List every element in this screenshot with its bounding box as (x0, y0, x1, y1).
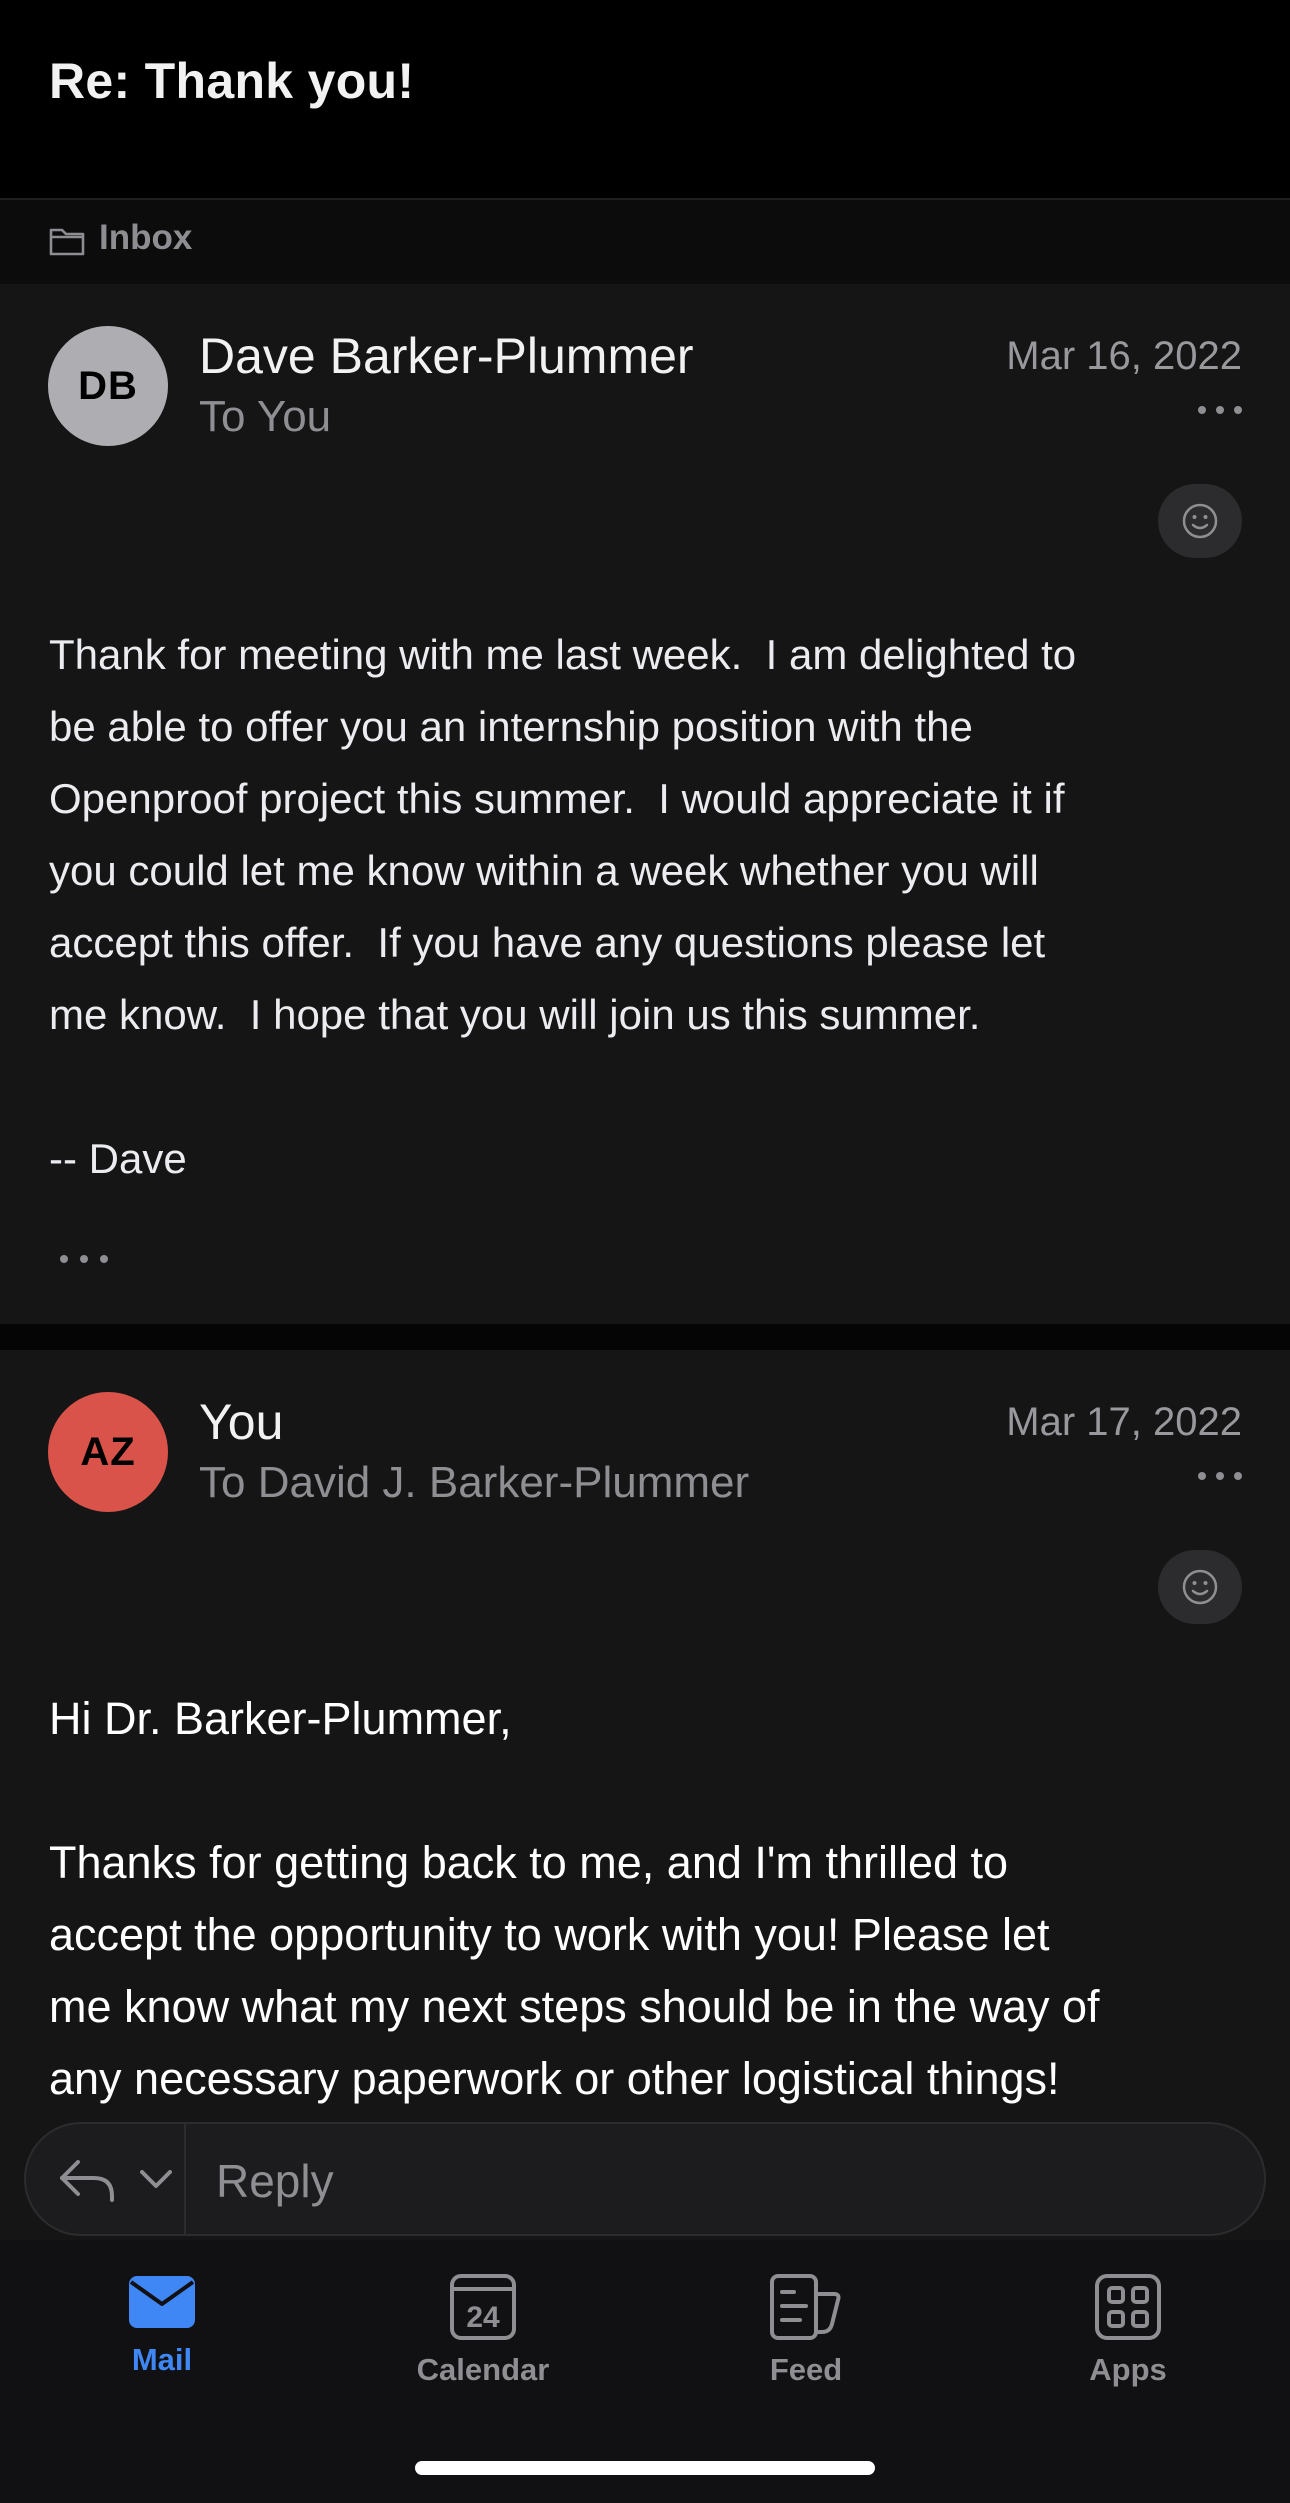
dot (1234, 1472, 1242, 1480)
avatar[interactable]: DB (48, 326, 168, 446)
tab-label: Apps (1089, 2352, 1167, 2387)
chevron-down-icon[interactable] (138, 2168, 174, 2192)
apps-icon (1095, 2274, 1161, 2340)
tab-label: Mail (131, 2342, 193, 2377)
tab-label: Feed (769, 2352, 843, 2387)
dot (1198, 1472, 1206, 1480)
add-reaction-button[interactable] (1158, 484, 1242, 558)
tab-apps[interactable]: Apps (1028, 2272, 1228, 2412)
reply-bar[interactable]: Reply (24, 2122, 1266, 2236)
message-date: Mar 17, 2022 (1006, 1400, 1242, 1444)
smiley-icon (1182, 503, 1218, 539)
dot (1216, 406, 1224, 414)
reply-input[interactable]: Reply (216, 2154, 334, 2208)
tab-mail[interactable]: Mail (62, 2272, 262, 2412)
email-message: AZ You To David J. Barker-Plummer Mar 17… (0, 1350, 1290, 2105)
email-message: DB Dave Barker-Plummer To You Mar 16, 20… (0, 284, 1290, 1324)
reply-separator (184, 2124, 186, 2234)
recipient-line[interactable]: To David J. Barker-Plummer (199, 1458, 749, 1508)
mail-icon (129, 2276, 195, 2328)
message-divider (0, 1324, 1290, 1350)
dot (1234, 406, 1242, 414)
dot (100, 1255, 108, 1263)
home-indicator[interactable] (415, 2461, 875, 2475)
calendar-day: 24 (466, 2301, 500, 2334)
show-quoted-text-button[interactable] (60, 1249, 108, 1269)
sender-name[interactable]: Dave Barker-Plummer (199, 327, 694, 385)
dot (1216, 1472, 1224, 1480)
more-options-button[interactable] (1198, 400, 1242, 420)
folder-icon (49, 228, 85, 256)
folder-label: Inbox (99, 218, 193, 257)
tab-calendar[interactable]: 24 Calendar (383, 2272, 583, 2412)
avatar[interactable]: AZ (48, 1392, 168, 1512)
dot (60, 1255, 68, 1263)
add-reaction-button[interactable] (1158, 1550, 1242, 1624)
tab-label: Calendar (416, 2352, 550, 2387)
smiley-icon (1182, 1569, 1218, 1605)
tab-feed[interactable]: Feed (706, 2272, 906, 2412)
email-header: Re: Thank you! (0, 0, 1290, 198)
feed-icon (770, 2274, 841, 2340)
folder-breadcrumb[interactable]: Inbox (0, 198, 1290, 286)
calendar-icon: 24 (450, 2274, 516, 2340)
email-subject: Re: Thank you! (49, 53, 415, 109)
reply-arrow-icon[interactable] (56, 2154, 118, 2206)
dot (80, 1255, 88, 1263)
message-date: Mar 16, 2022 (1006, 334, 1242, 378)
message-body: Thank for meeting with me last week. I a… (49, 631, 1077, 1182)
dot (1198, 406, 1206, 414)
more-options-button[interactable] (1198, 1466, 1242, 1486)
message-body: Hi Dr. Barker-Plummer, Thanks for gettin… (49, 1693, 1100, 2104)
sender-name[interactable]: You (199, 1393, 283, 1451)
recipient-line[interactable]: To You (199, 392, 331, 442)
